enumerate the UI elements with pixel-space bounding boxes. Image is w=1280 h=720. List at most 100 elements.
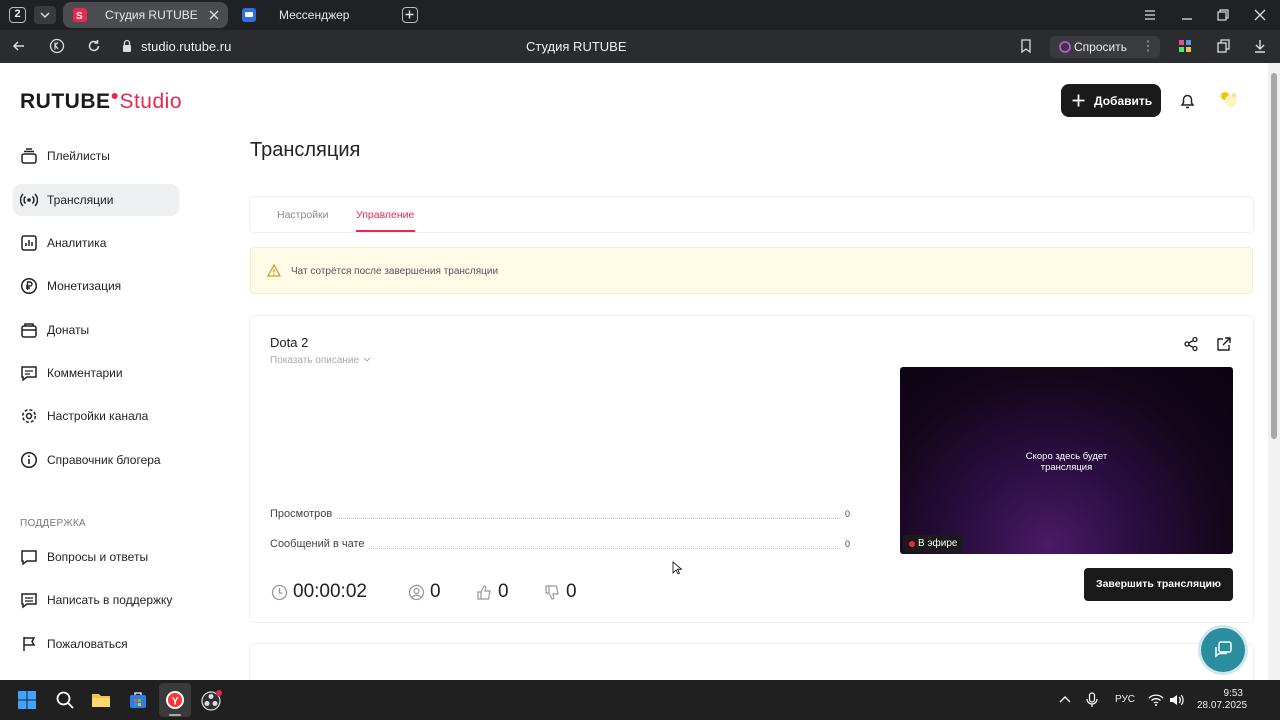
wifi-icon[interactable]	[1148, 693, 1164, 707]
tab-settings[interactable]: Настройки	[277, 209, 329, 221]
rutube-favicon-icon: S	[73, 8, 87, 22]
sidebar-item-label: Настройки канала	[47, 409, 149, 423]
svg-text:S: S	[76, 11, 83, 22]
sidebar-item-blogger-guide[interactable]: Справочник блогера	[13, 444, 179, 476]
extension-icon[interactable]	[1177, 38, 1193, 54]
viewers-value: 0	[430, 581, 441, 602]
page-tabs: Настройки Управление	[250, 197, 1253, 232]
sidebar-item-broadcasts[interactable]: Трансляции	[13, 184, 179, 216]
more-vertical-icon[interactable]	[1140, 38, 1156, 54]
tab-management[interactable]: Управление	[356, 209, 414, 221]
yandex-browser-taskbar-button[interactable]: Y	[159, 683, 191, 717]
bell-icon[interactable]	[1179, 92, 1196, 110]
sidebar-item-label: Вопросы и ответы	[47, 550, 149, 564]
share-icon[interactable]	[1183, 336, 1199, 352]
show-description-toggle[interactable]: Показать описание	[270, 355, 372, 366]
new-tab-button[interactable]	[402, 7, 418, 23]
browser-tab-studio[interactable]: S Студия RUTUBE	[63, 2, 228, 28]
scrollbar-thumb[interactable]	[1271, 73, 1277, 439]
avatar[interactable]	[1218, 89, 1240, 111]
close-window-icon[interactable]	[1252, 7, 1268, 23]
download-icon[interactable]	[1252, 38, 1268, 54]
active-app-indicator	[169, 714, 181, 716]
add-button[interactable]: Добавить	[1061, 84, 1161, 117]
likes-value: 0	[498, 581, 509, 602]
sidebar-item-donations[interactable]: Донаты	[13, 314, 179, 346]
donate-icon	[21, 323, 37, 338]
stream-card: Dota 2 Показать описание Просмотров 0 Со…	[250, 316, 1253, 622]
sidebar-item-comments[interactable]: Комментарии	[13, 357, 179, 389]
broadcast-icon	[20, 193, 38, 207]
file-explorer-icon[interactable]	[91, 690, 111, 710]
support-chat-button[interactable]	[1201, 628, 1245, 672]
back-arrow-icon[interactable]	[11, 38, 27, 54]
microphone-icon[interactable]	[1085, 692, 1099, 708]
sidebar-item-label: Монетизация	[47, 279, 122, 293]
stat-views: Просмотров 0	[270, 508, 850, 522]
sidebar-item-analytics[interactable]: Аналитика	[13, 227, 179, 259]
end-broadcast-button[interactable]: Завершить трансляцию	[1084, 568, 1233, 601]
viewer-icon	[408, 584, 425, 601]
bookmark-icon[interactable]	[1018, 38, 1034, 54]
analytics-icon	[21, 235, 37, 251]
chevron-up-icon[interactable]	[1058, 693, 1072, 707]
browser-menu-icon[interactable]	[1142, 7, 1158, 23]
rutube-studio-logo[interactable]: RUTUBE●Studio	[20, 87, 183, 114]
sidebar-item-label: Трансляции	[47, 193, 114, 207]
next-card	[250, 644, 1253, 680]
yandex-icon[interactable]	[49, 38, 65, 54]
url-text[interactable]: studio.rutube.ru	[141, 39, 231, 54]
ruble-icon	[20, 277, 38, 295]
sidebar-item-faq[interactable]: Вопросы и ответы	[13, 541, 179, 573]
system-clock[interactable]: 9:53 28.07.2025	[1197, 688, 1248, 712]
alert-text: Чат сотрётся после завершения трансляции	[291, 266, 499, 277]
tab-list-button[interactable]	[34, 6, 56, 24]
flag-icon	[23, 637, 36, 651]
faq-icon	[21, 550, 37, 566]
volume-icon[interactable]	[1168, 693, 1184, 707]
clock-time: 9:53	[1223, 688, 1243, 699]
page-title-text: Студия RUTUBE	[526, 39, 627, 54]
plus-icon	[405, 10, 414, 19]
live-dot-icon	[909, 541, 915, 547]
dotted-leader	[270, 518, 840, 519]
preview-line: Скоро здесь будет	[1025, 451, 1108, 462]
sidebar-item-label: Написать в поддержку	[47, 593, 173, 607]
sidebar-item-report[interactable]: Пожаловаться	[13, 628, 179, 660]
minimize-icon[interactable]	[1179, 7, 1195, 23]
chat-warning-alert: Чат сотрётся после завершения трансляции	[250, 247, 1253, 294]
clock-date: 28.07.2025	[1197, 700, 1248, 711]
lock-icon[interactable]	[121, 39, 133, 53]
yandex-browser-icon: Y	[166, 691, 184, 709]
open-external-icon[interactable]	[1216, 336, 1232, 352]
language-indicator[interactable]: РУС	[1115, 694, 1135, 705]
logo-rutube: RUTUBE	[20, 90, 111, 113]
alice-icon	[1059, 41, 1071, 53]
browser-tab-messenger[interactable]: Мессенджер	[232, 2, 392, 28]
dislikes-value: 0	[566, 581, 577, 602]
active-tab-underline	[356, 230, 415, 232]
logo-studio: Studio	[119, 90, 183, 113]
svg-text:Y: Y	[172, 696, 180, 708]
clock-icon	[271, 584, 288, 601]
sidebar-item-write-support[interactable]: Написать в поддержку	[13, 584, 179, 616]
restore-icon[interactable]	[1215, 7, 1231, 23]
reload-icon[interactable]	[86, 38, 102, 54]
tab-counter[interactable]: 2	[9, 7, 26, 23]
stream-preview[interactable]: Скоро здесь будет трансляция В эфире	[900, 367, 1233, 554]
search-icon[interactable]	[55, 690, 75, 710]
chevron-down-icon	[40, 12, 50, 19]
ask-label: Спросить	[1074, 40, 1127, 54]
stat-chat-messages: Сообщений в чате 0	[270, 538, 850, 552]
sidebar-item-playlists[interactable]: Плейлисты	[13, 140, 179, 172]
stream-title: Dota 2	[270, 335, 309, 350]
close-tab-icon[interactable]	[206, 7, 222, 23]
sidebar-item-channel-settings[interactable]: Настройки канала	[13, 400, 179, 432]
collections-icon[interactable]	[1215, 38, 1231, 54]
page-scrollbar[interactable]	[1268, 63, 1280, 680]
gear-icon	[21, 408, 37, 424]
sidebar-item-monetization[interactable]: Монетизация	[13, 270, 179, 302]
obs-icon[interactable]	[201, 690, 223, 712]
windows-start-icon[interactable]	[17, 690, 37, 710]
store-icon[interactable]	[128, 690, 148, 710]
